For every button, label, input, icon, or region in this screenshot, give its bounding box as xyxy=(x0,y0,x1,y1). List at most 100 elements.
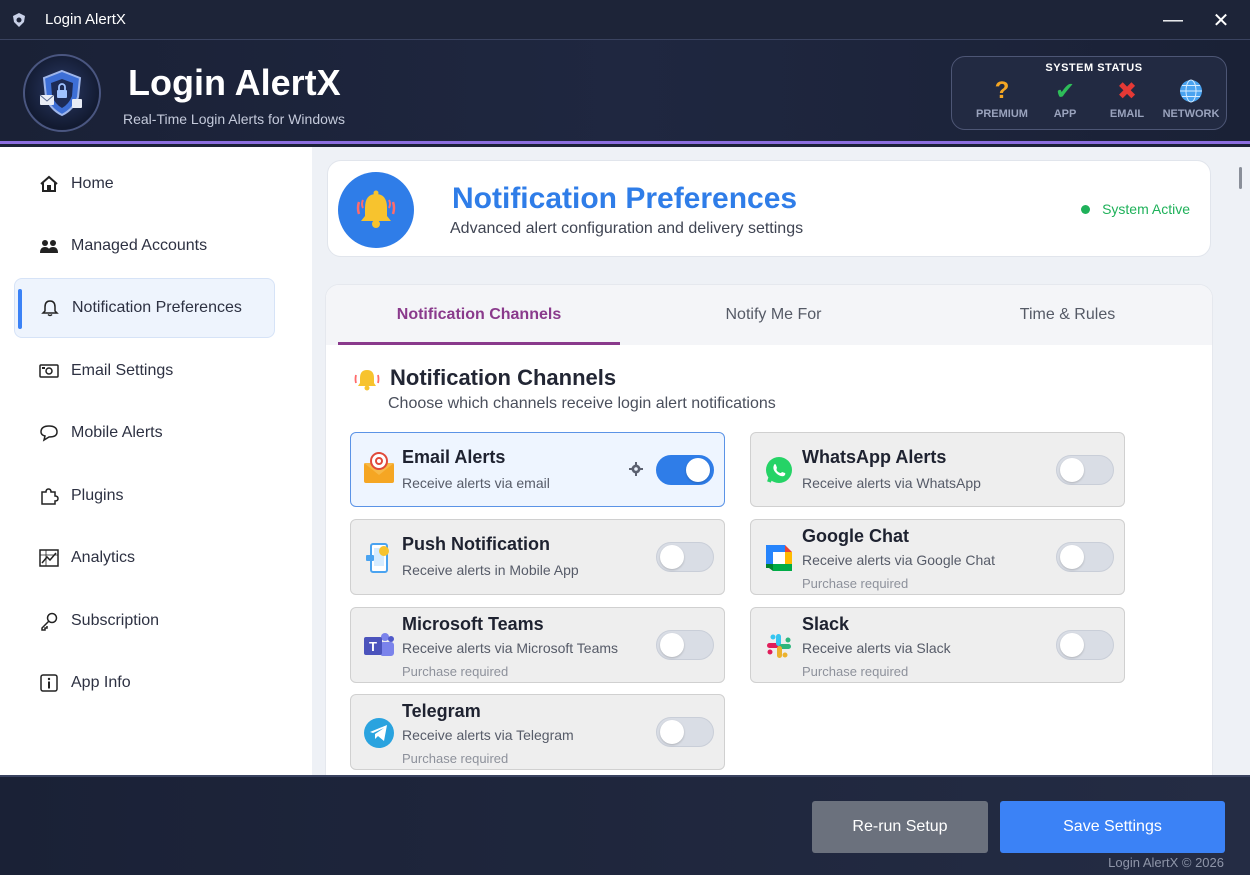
sidebar-item-mobile-alerts[interactable]: Mobile Alerts xyxy=(14,403,275,463)
title-bar: Login AlertX — ✕ xyxy=(0,0,1250,40)
channel-card-whatsapp[interactable]: WhatsApp Alerts Receive alerts via Whats… xyxy=(750,432,1125,507)
channel-name: Email Alerts xyxy=(402,447,506,467)
sidebar-item-plugins[interactable]: Plugins xyxy=(14,466,275,526)
sidebar-item-label: App Info xyxy=(71,674,131,691)
purchase-required-note: Purchase required xyxy=(402,751,509,766)
email-alert-icon xyxy=(361,450,397,486)
sidebar-item-subscription[interactable]: Subscription xyxy=(14,591,275,651)
microsoft-teams-toggle[interactable] xyxy=(656,630,714,660)
sidebar-item-label: Subscription xyxy=(71,612,160,629)
section-title: Notification Channels xyxy=(390,365,617,390)
globe-icon xyxy=(1159,77,1223,105)
sidebar-item-label: Plugins xyxy=(71,487,124,504)
toggle-knob xyxy=(686,458,710,482)
app-small-icon xyxy=(10,11,28,29)
rerun-setup-button[interactable]: Re-run Setup xyxy=(812,801,988,853)
bell-outline-icon xyxy=(39,299,61,317)
shield-logo-icon xyxy=(23,54,101,132)
email-alerts-toggle[interactable] xyxy=(656,455,714,485)
channel-card-slack[interactable]: Slack Receive alerts via Slack Purchase … xyxy=(750,607,1125,683)
home-icon xyxy=(38,175,60,193)
toggle-knob xyxy=(1060,458,1084,482)
purchase-required-note: Purchase required xyxy=(402,664,509,679)
sidebar-item-managed-accounts[interactable]: Managed Accounts xyxy=(14,216,275,276)
status-email: ✖ EMAIL xyxy=(1095,77,1159,121)
channel-name: Slack xyxy=(802,614,850,634)
svg-text:T: T xyxy=(369,639,377,654)
footer-bar: Re-run Setup Save Settings Login AlertX … xyxy=(0,775,1250,875)
sidebar-item-email-settings[interactable]: Email Settings xyxy=(14,341,275,401)
whatsapp-alerts-toggle[interactable] xyxy=(1056,455,1114,485)
toggle-knob xyxy=(660,720,684,744)
minimize-button[interactable]: — xyxy=(1148,0,1198,40)
system-status-panel: SYSTEM STATUS ? PREMIUM ✔ APP ✖ EMAIL NE… xyxy=(951,56,1227,130)
google-chat-toggle[interactable] xyxy=(1056,542,1114,572)
slack-toggle[interactable] xyxy=(1056,630,1114,660)
puzzle-icon xyxy=(38,486,60,506)
channel-card-push[interactable]: Push Notification Receive alerts in Mobi… xyxy=(350,519,725,595)
app-subtitle: Real-Time Login Alerts for Windows xyxy=(123,111,346,127)
channel-desc: Receive alerts via Slack xyxy=(802,640,951,656)
channel-desc: Receive alerts via Telegram xyxy=(402,727,574,743)
sidebar-item-label: Mobile Alerts xyxy=(71,424,163,441)
cross-icon: ✖ xyxy=(1116,77,1138,105)
sidebar-item-app-info[interactable]: App Info xyxy=(14,653,275,713)
tab-notification-channels[interactable]: Notification Channels xyxy=(338,285,620,345)
tab-bar: Notification Channels Notify Me For Time… xyxy=(326,285,1212,345)
save-settings-button[interactable]: Save Settings xyxy=(1000,801,1225,853)
teams-icon: T xyxy=(361,628,397,664)
sidebar-item-home[interactable]: Home xyxy=(14,154,275,214)
toggle-knob xyxy=(660,633,684,657)
close-button[interactable]: ✕ xyxy=(1196,0,1246,40)
status-label: NETWORK xyxy=(1162,108,1220,120)
sidebar-item-notification-preferences[interactable]: Notification Preferences xyxy=(14,278,275,338)
push-notification-toggle[interactable] xyxy=(656,542,714,572)
channel-card-email[interactable]: Email Alerts Receive alerts via email xyxy=(350,432,725,507)
status-app: ✔ APP xyxy=(1033,77,1097,121)
sidebar: Home Managed Accounts Notification Prefe… xyxy=(0,147,312,775)
sidebar-item-analytics[interactable]: Analytics xyxy=(14,528,275,588)
channel-card-teams[interactable]: T Microsoft Teams Receive alerts via Mic… xyxy=(350,607,725,683)
telegram-toggle[interactable] xyxy=(656,717,714,747)
email-settings-icon xyxy=(38,363,60,379)
toggle-knob xyxy=(1060,633,1084,657)
channel-name: Microsoft Teams xyxy=(402,614,544,634)
toggle-knob xyxy=(1060,545,1084,569)
system-status-title: SYSTEM STATUS xyxy=(1045,62,1143,74)
page-title: Notification Preferences xyxy=(452,182,798,215)
purchase-required-note: Purchase required xyxy=(802,576,909,591)
users-icon xyxy=(38,238,60,254)
google-chat-icon xyxy=(761,540,797,576)
channel-name: Telegram xyxy=(402,701,481,721)
sidebar-item-label: Analytics xyxy=(71,549,136,566)
channel-desc: Receive alerts via Google Chat xyxy=(802,552,995,568)
tab-time-rules[interactable]: Time & Rules xyxy=(921,285,1212,345)
gear-icon[interactable] xyxy=(628,461,644,477)
slack-icon xyxy=(761,628,797,664)
channel-desc: Receive alerts via Microsoft Teams xyxy=(402,640,619,656)
channel-name: Push Notification xyxy=(402,534,550,554)
channel-name: WhatsApp Alerts xyxy=(802,447,947,467)
sidebar-item-label: Email Settings xyxy=(71,362,174,379)
toggle-knob xyxy=(660,545,684,569)
tab-notify-me-for[interactable]: Notify Me For xyxy=(626,285,921,345)
status-dot-icon xyxy=(1081,204,1091,214)
channel-card-telegram[interactable]: Telegram Receive alerts via Telegram Pur… xyxy=(350,694,725,770)
chat-bubble-icon xyxy=(38,424,60,442)
check-icon: ✔ xyxy=(1054,77,1076,105)
sidebar-item-label: Managed Accounts xyxy=(71,237,208,254)
status-label: EMAIL xyxy=(1109,108,1145,120)
channel-name: Google Chat xyxy=(802,526,909,546)
status-label: APP xyxy=(1053,108,1077,120)
channel-desc: Receive alerts in Mobile App xyxy=(402,562,579,578)
vertical-scrollbar[interactable] xyxy=(1239,167,1242,189)
chart-icon xyxy=(38,549,60,567)
copyright-text: Login AlertX © 2026 xyxy=(1108,855,1224,870)
status-label: PREMIUM xyxy=(976,108,1028,120)
bell-icon xyxy=(338,172,414,248)
channel-card-google-chat[interactable]: Google Chat Receive alerts via Google Ch… xyxy=(750,519,1125,595)
whatsapp-icon xyxy=(761,452,797,488)
question-icon: ? xyxy=(994,77,1010,104)
section-subtitle: Choose which channels receive login aler… xyxy=(388,395,776,412)
status-network: NETWORK xyxy=(1159,77,1223,120)
